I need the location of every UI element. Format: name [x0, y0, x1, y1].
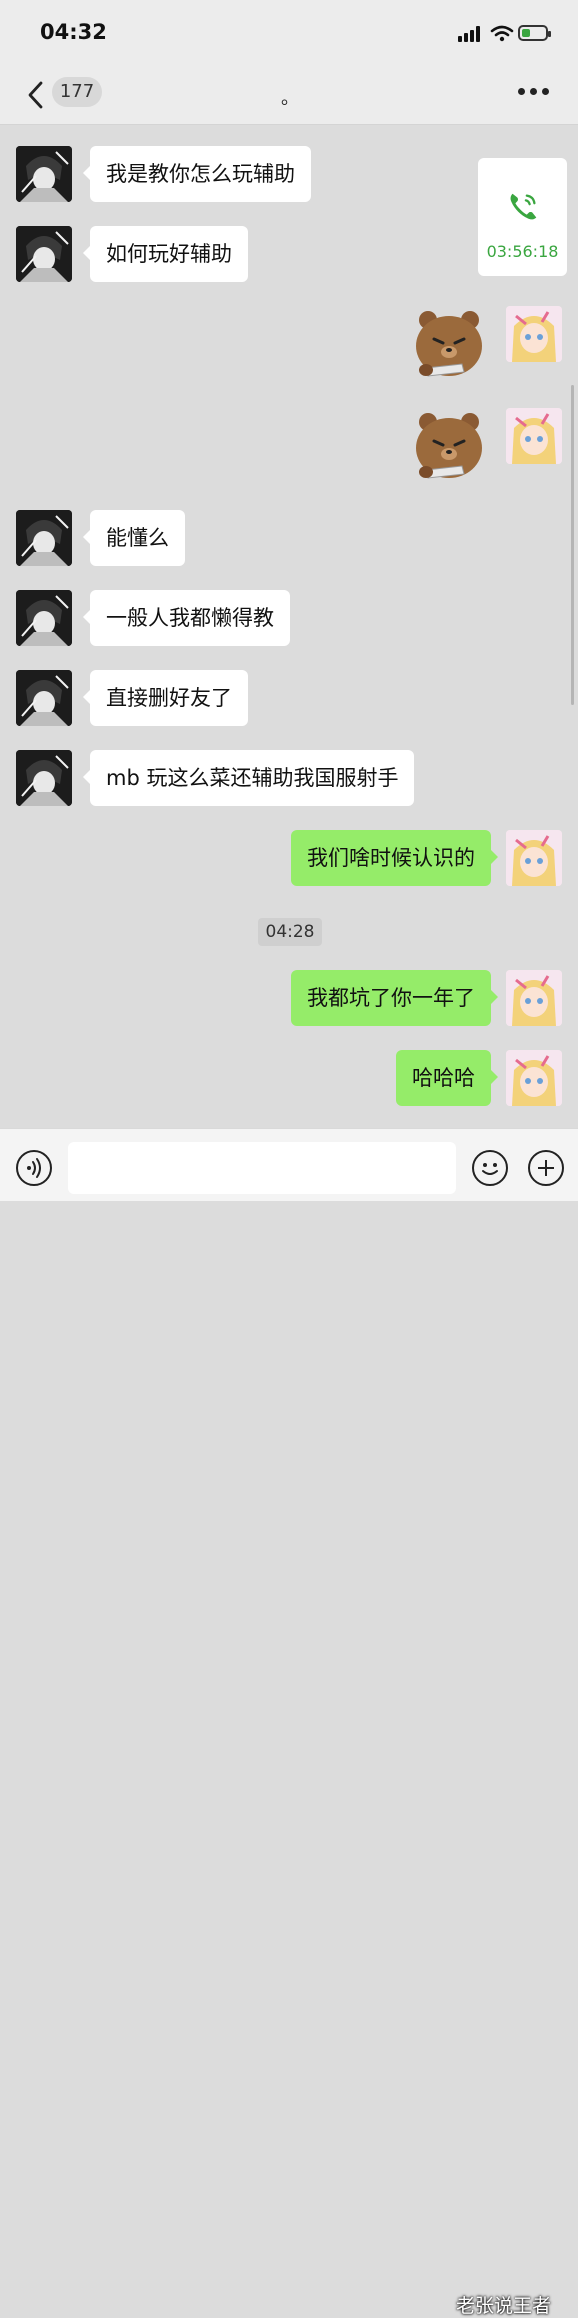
scrollbar[interactable] [571, 385, 574, 705]
my-avatar[interactable] [506, 1050, 562, 1106]
message-bubble-incoming[interactable]: 如何玩好辅助 [83, 226, 248, 282]
status-bar: 04:32 [0, 0, 578, 66]
battery-icon [518, 25, 551, 41]
my-avatar[interactable] [506, 830, 562, 886]
cellular-signal-icon [458, 26, 484, 42]
contact-avatar[interactable] [16, 670, 72, 726]
call-duration: 03:56:18 [486, 242, 559, 261]
contact-avatar[interactable] [16, 590, 72, 646]
contact-avatar[interactable] [16, 510, 72, 566]
unread-count-badge[interactable]: 177 [52, 77, 102, 107]
message-bubble-incoming[interactable]: 我是教你怎么玩辅助 [83, 146, 311, 202]
input-bar: 老张说王者 [0, 1128, 578, 2317]
message-bubble-outgoing[interactable]: 我都坑了你一年了 [291, 970, 498, 1026]
more-dots-icon[interactable] [518, 88, 550, 96]
bear-sticker[interactable] [412, 306, 488, 382]
message-input[interactable] [68, 1142, 456, 1194]
message-bubble-outgoing[interactable]: 我们啥时候认识的 [291, 830, 498, 886]
watermark-text: 老张说王者 [456, 2295, 552, 2317]
my-avatar[interactable] [506, 970, 562, 1026]
phone-icon [510, 193, 537, 220]
plus-icon[interactable] [528, 1150, 564, 1186]
bear-sticker[interactable] [412, 408, 488, 484]
call-record-card[interactable]: 03:56:18 [478, 158, 567, 276]
voice-icon[interactable] [16, 1150, 52, 1186]
emoji-icon[interactable] [472, 1150, 508, 1186]
my-avatar[interactable] [506, 306, 562, 362]
status-time: 04:32 [40, 20, 107, 44]
message-bubble-incoming[interactable]: 一般人我都懒得教 [83, 590, 290, 646]
message-bubble-incoming[interactable]: 直接删好友了 [83, 670, 248, 726]
chat-title: 。 [281, 88, 299, 109]
chevron-left-icon[interactable] [26, 80, 46, 110]
message-bubble-incoming[interactable]: mb 玩这么菜还辅助我国服射手 [82, 750, 415, 806]
my-avatar[interactable] [506, 408, 562, 464]
message-bubble-incoming[interactable]: 能懂么 [83, 510, 185, 566]
message-bubble-outgoing[interactable]: 哈哈哈 [396, 1050, 498, 1106]
wifi-icon [490, 25, 514, 42]
chat-header: 177 。 [0, 66, 578, 125]
contact-avatar[interactable] [16, 226, 72, 282]
contact-avatar[interactable] [16, 750, 72, 806]
time-divider: 04:28 [258, 918, 322, 946]
contact-avatar[interactable] [16, 146, 72, 202]
